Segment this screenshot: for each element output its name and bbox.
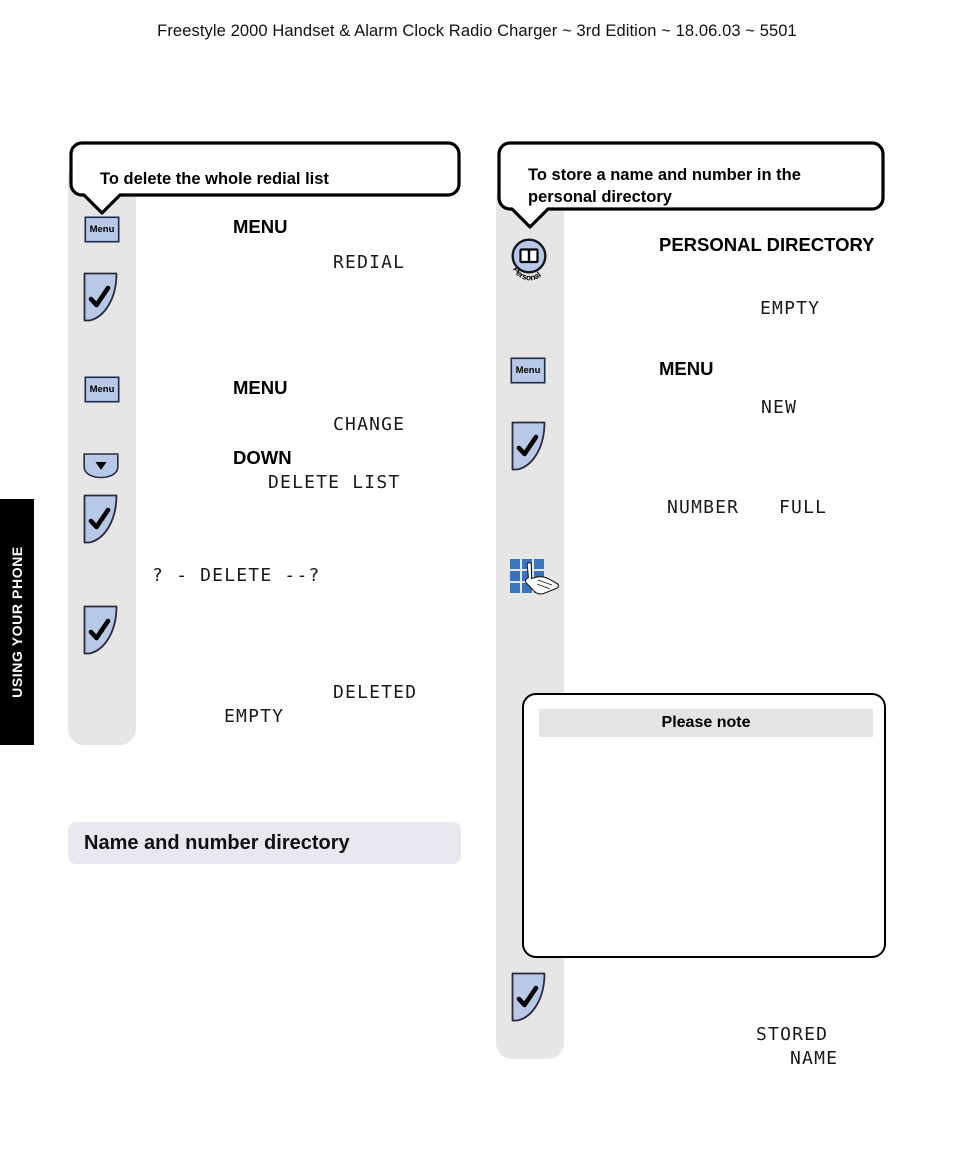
tick-key-icon[interactable] — [82, 271, 120, 323]
display-number: NUMBER — [667, 497, 740, 518]
section-heading-bar: Name and number directory — [68, 822, 461, 864]
display-change: CHANGE — [333, 414, 406, 435]
running-header: Freestyle 2000 Handset & Alarm Clock Rad… — [157, 22, 797, 40]
display-stored: STORED — [756, 1024, 829, 1045]
keyname-menu-2: MENU — [233, 377, 288, 398]
side-tab: USING YOUR PHONE — [0, 499, 34, 745]
display-delete-list: DELETE LIST — [268, 472, 401, 493]
callout-store-name-number: To store a name and number in the person… — [496, 140, 886, 232]
please-note-header: Please note — [539, 709, 873, 737]
menu-key-icon[interactable]: Menu — [84, 376, 120, 403]
tick-key-icon[interactable] — [82, 604, 120, 656]
display-full: FULL — [779, 497, 828, 518]
callout-right-text: To store a name and number in the person… — [528, 165, 801, 206]
keypad-key-icon[interactable] — [509, 557, 563, 599]
callout-delete-redial-list: To delete the whole redial list — [68, 140, 462, 218]
display-empty-left: EMPTY — [224, 706, 285, 727]
personal-directory-key-icon[interactable]: Personal — [508, 237, 552, 285]
display-new: NEW — [761, 397, 798, 418]
keyname-personal-directory: PERSONAL DIRECTORY — [659, 234, 875, 255]
please-note-title: Please note — [661, 714, 751, 731]
manual-page: Freestyle 2000 Handset & Alarm Clock Rad… — [0, 0, 954, 1174]
keyname-menu-1: MENU — [233, 216, 288, 237]
side-tab-label: USING YOUR PHONE — [9, 546, 25, 698]
down-key-icon[interactable] — [82, 452, 120, 479]
display-redial: REDIAL — [333, 252, 406, 273]
display-delete-confirm: ? - DELETE --? — [152, 565, 321, 586]
keyname-down: DOWN — [233, 447, 292, 468]
page-title: Name and number directory — [84, 831, 350, 854]
tick-key-icon[interactable] — [510, 420, 548, 472]
display-name: NAME — [790, 1048, 839, 1069]
please-note-body — [539, 745, 873, 945]
display-deleted: DELETED — [333, 682, 418, 703]
please-note-box: Please note — [522, 693, 886, 958]
callout-left-text: To delete the whole redial list — [100, 169, 329, 188]
keyname-menu-right: MENU — [659, 358, 714, 379]
tick-key-icon[interactable] — [82, 493, 120, 545]
menu-key-icon[interactable]: Menu — [510, 357, 546, 384]
display-empty-right: EMPTY — [760, 298, 821, 319]
tick-key-icon[interactable] — [510, 971, 548, 1023]
menu-key-icon[interactable]: Menu — [84, 216, 120, 243]
